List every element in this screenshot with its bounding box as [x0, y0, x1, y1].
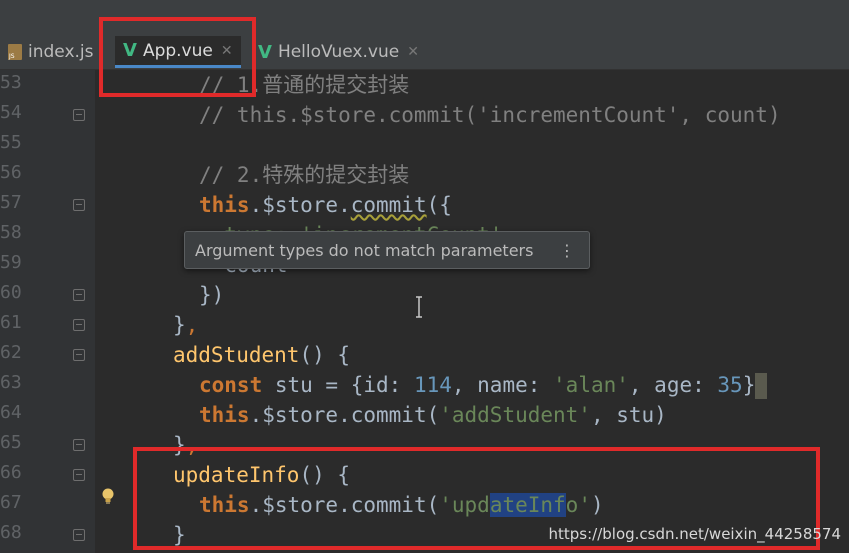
line-number: 59	[0, 252, 22, 273]
code-comment: // 2.特殊的提交封装	[199, 163, 410, 187]
fold-marker-icon[interactable]	[73, 349, 85, 361]
text-caret	[755, 373, 768, 399]
tooltip-text: Argument types do not match parameters	[195, 240, 534, 260]
code-line: },	[173, 310, 198, 340]
code-text: }	[173, 313, 186, 337]
line-number: 63	[0, 372, 22, 393]
code-text: stu = {id:	[262, 373, 414, 397]
line-number: 53	[0, 72, 22, 93]
line-number: 68	[0, 522, 22, 543]
code-text: }	[742, 373, 756, 397]
tab-label: index.js	[28, 42, 94, 62]
vue-file-icon: V	[258, 41, 272, 63]
code-keyword: const	[199, 373, 263, 397]
line-number: 65	[0, 432, 22, 453]
tab-hellovuex-vue[interactable]: V HelloVuex.vue ✕	[250, 36, 427, 68]
watermark: https://blog.csdn.net/weixin_44258574	[548, 525, 841, 543]
code-number: 114	[413, 373, 452, 397]
tab-label: HelloVuex.vue	[277, 42, 400, 62]
code-line: addStudent() {	[173, 340, 350, 370]
fold-marker-icon[interactable]	[73, 199, 85, 211]
code-keyword: this	[199, 403, 250, 427]
code-line: this.$store.commit('addStudent', stu)	[199, 400, 667, 430]
code-string: 'addStudent'	[439, 403, 591, 427]
inspection-tooltip: Argument types do not match parameters ⋮	[184, 231, 590, 269]
line-number: 61	[0, 312, 22, 333]
code-punct: ,	[185, 313, 199, 337]
fold-marker-icon[interactable]	[73, 529, 85, 541]
text-cursor-icon	[416, 296, 422, 318]
line-number: 64	[0, 402, 22, 423]
code-text: , age:	[628, 373, 718, 397]
line-number: 56	[0, 162, 22, 183]
code-text: , name:	[451, 373, 554, 397]
lightbulb-icon[interactable]	[100, 487, 116, 505]
line-number: 62	[0, 342, 22, 363]
line-number: 57	[0, 192, 22, 213]
close-icon[interactable]: ✕	[407, 44, 419, 60]
line-number: 67	[0, 492, 22, 513]
line-number: 54	[0, 102, 22, 123]
code-line: const stu = {id: 114, name: 'alan', age:…	[199, 370, 768, 400]
more-options-icon[interactable]: ⋮	[559, 241, 575, 260]
code-comment: // this.$store.commit('incrementCount', …	[199, 103, 781, 127]
fold-marker-icon[interactable]	[73, 439, 85, 451]
code-number: 35	[717, 373, 743, 397]
line-number: 66	[0, 462, 22, 483]
line-number: 55	[0, 132, 22, 153]
fold-marker-icon[interactable]	[73, 319, 85, 331]
line-number-gutter: 53 54 55 56 57 58 59 60 61 62 63 64 65 6…	[0, 70, 95, 553]
js-file-icon	[8, 44, 22, 60]
code-function-name: addStudent	[173, 343, 300, 367]
fold-marker-icon[interactable]	[73, 469, 85, 481]
code-text: .$store.commit(	[249, 403, 440, 427]
fold-marker-icon[interactable]	[73, 289, 85, 301]
annotation-box-tab	[99, 17, 256, 97]
line-number: 60	[0, 282, 22, 303]
code-warning-commit: commit	[350, 193, 427, 217]
code-text: , stu)	[590, 403, 667, 427]
code-text: () {	[299, 343, 351, 367]
tab-index-js[interactable]: index.js	[0, 36, 102, 68]
code-line: this.$store.commit({	[199, 190, 452, 220]
code-line: })	[199, 283, 225, 307]
code-text: .$store.	[249, 193, 351, 217]
code-keyword: this	[199, 193, 250, 217]
fold-marker-icon[interactable]	[73, 109, 85, 121]
line-number: 58	[0, 222, 22, 243]
code-text: ({	[426, 193, 452, 217]
code-string: 'alan'	[553, 373, 629, 397]
